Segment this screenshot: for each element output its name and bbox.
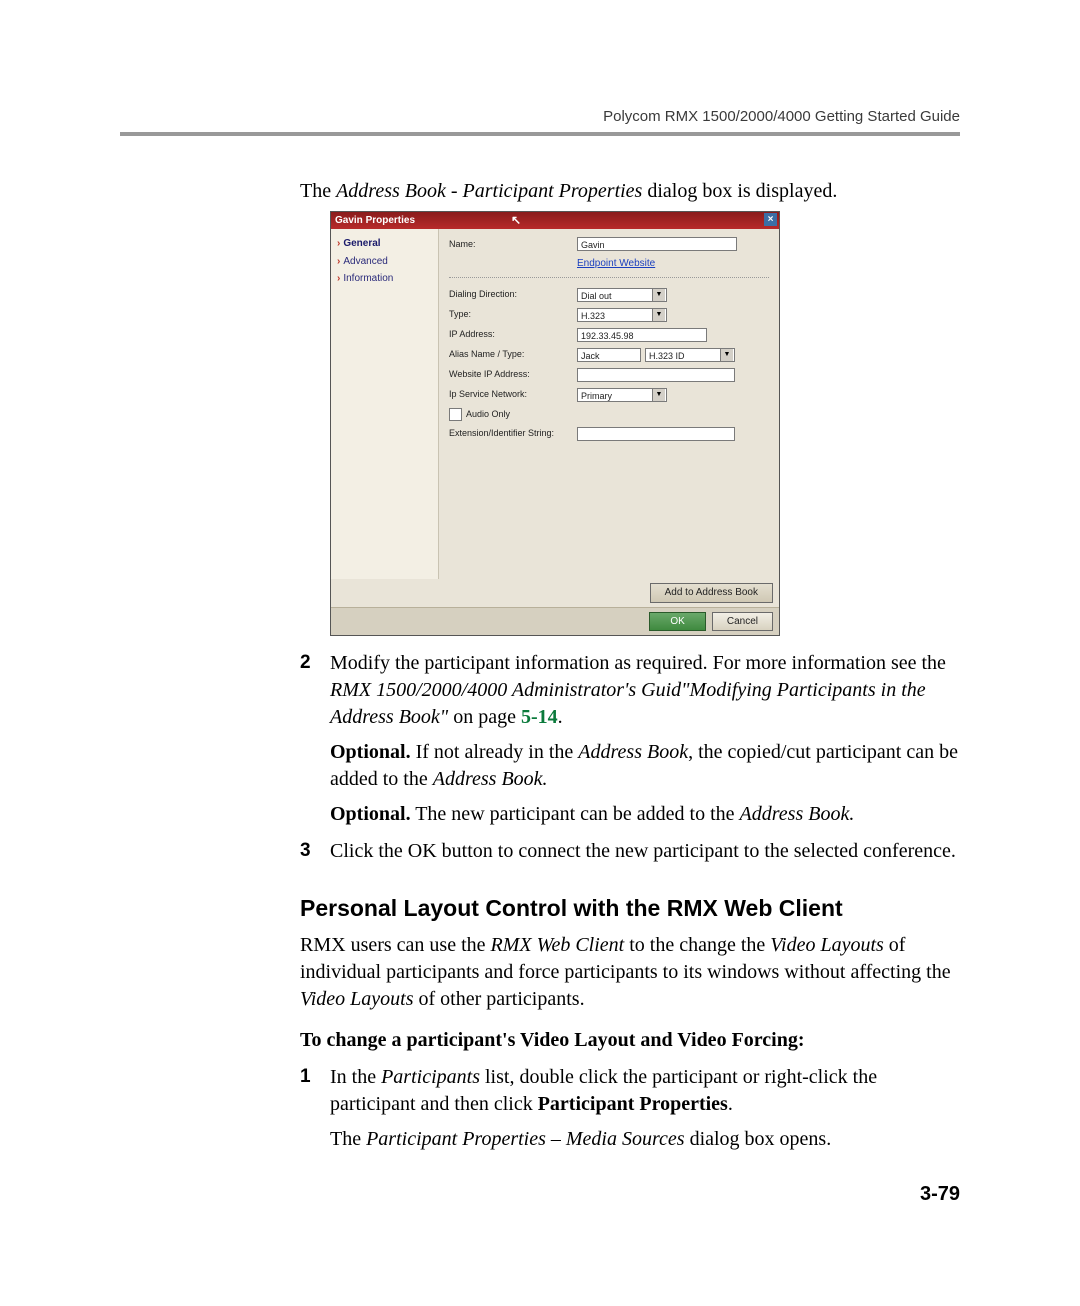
- procedure-subhead: To change a participant's Video Layout a…: [300, 1027, 960, 1054]
- page-content: The Address Book - Participant Propertie…: [300, 178, 960, 1153]
- dialog-titlebar[interactable]: Gavin Properties ↖ ×: [331, 212, 779, 229]
- dialog-footer-upper: Add to Address Book: [331, 579, 779, 607]
- ip-service-select[interactable]: Primary: [577, 388, 667, 402]
- step-2-optional-1: Optional. If not already in the Address …: [330, 739, 960, 793]
- gavin-properties-dialog: Gavin Properties ↖ × ›General ›Advanced …: [330, 211, 780, 636]
- chevron-right-icon: ›: [337, 256, 340, 267]
- dialog-screenshot: Gavin Properties ↖ × ›General ›Advanced …: [330, 211, 778, 636]
- dialing-direction-select[interactable]: Dial out: [577, 288, 667, 302]
- proc-step-1: 1 In the Participants list, double click…: [300, 1064, 960, 1118]
- page-reference: 5-14: [521, 706, 558, 728]
- nav-item-general[interactable]: ›General: [337, 237, 432, 251]
- step-3: 3 Click the OK button to connect the new…: [300, 838, 960, 865]
- extension-field[interactable]: [577, 427, 735, 441]
- ip-address-label: IP Address:: [449, 328, 577, 340]
- proc-step-1-follow: The Participant Properties – Media Sourc…: [330, 1126, 960, 1153]
- alias-label: Alias Name / Type:: [449, 348, 577, 360]
- section-paragraph: RMX users can use the RMX Web Client to …: [300, 932, 960, 1013]
- ok-button[interactable]: OK: [649, 612, 705, 632]
- step-2: 2 Modify the participant information as …: [300, 650, 960, 731]
- step-number: 3: [300, 838, 330, 865]
- name-field[interactable]: Gavin: [577, 237, 737, 251]
- ip-address-field[interactable]: 192.33.45.98: [577, 328, 707, 342]
- chevron-right-icon: ›: [337, 273, 340, 284]
- audio-only-checkbox[interactable]: [449, 408, 462, 421]
- document-page: Polycom RMX 1500/2000/4000 Getting Start…: [0, 0, 1080, 1306]
- section-heading: Personal Layout Control with the RMX Web…: [300, 893, 960, 924]
- step-3-body: Click the OK button to connect the new p…: [330, 838, 960, 865]
- separator: [449, 277, 769, 278]
- nav-item-information[interactable]: ›Information: [337, 272, 432, 286]
- intro-text: The Address Book - Participant Propertie…: [300, 178, 960, 205]
- dialog-footer: OK Cancel: [331, 607, 779, 636]
- type-label: Type:: [449, 308, 577, 320]
- chevron-right-icon: ›: [337, 238, 340, 249]
- type-select[interactable]: H.323: [577, 308, 667, 322]
- dialing-direction-label: Dialing Direction:: [449, 288, 577, 300]
- cancel-button[interactable]: Cancel: [712, 612, 773, 632]
- website-ip-field[interactable]: [577, 368, 735, 382]
- page-number: 3-79: [920, 1183, 960, 1206]
- dialog-nav: ›General ›Advanced ›Information: [331, 229, 439, 579]
- proc-step-1-body: In the Participants list, double click t…: [330, 1064, 960, 1118]
- endpoint-website-link[interactable]: Endpoint Website: [577, 257, 655, 271]
- name-label: Name:: [449, 238, 577, 250]
- running-head: Polycom RMX 1500/2000/4000 Getting Start…: [603, 108, 960, 125]
- add-to-address-book-button[interactable]: Add to Address Book: [650, 583, 773, 603]
- nav-item-advanced[interactable]: ›Advanced: [337, 255, 432, 269]
- dialog-main-panel: Name: Gavin Endpoint Website Dialing Dir…: [439, 229, 779, 579]
- step-number: 1: [300, 1064, 330, 1118]
- extension-label: Extension/Identifier String:: [449, 427, 577, 439]
- audio-only-label: Audio Only: [466, 408, 510, 420]
- ip-service-label: Ip Service Network:: [449, 388, 577, 400]
- dialog-title: Gavin Properties: [335, 215, 415, 226]
- cursor-icon: ↖: [511, 214, 523, 228]
- dialog-body: ›General ›Advanced ›Information Name: Ga…: [331, 229, 779, 579]
- step-number: 2: [300, 650, 330, 731]
- alias-name-field[interactable]: Jack: [577, 348, 641, 362]
- alias-type-select[interactable]: H.323 ID: [645, 348, 735, 362]
- website-ip-label: Website IP Address:: [449, 368, 577, 380]
- header-rule: [120, 132, 960, 136]
- step-2-optional-2: Optional. The new participant can be add…: [330, 801, 960, 828]
- step-2-body: Modify the participant information as re…: [330, 650, 960, 731]
- close-icon[interactable]: ×: [764, 213, 777, 226]
